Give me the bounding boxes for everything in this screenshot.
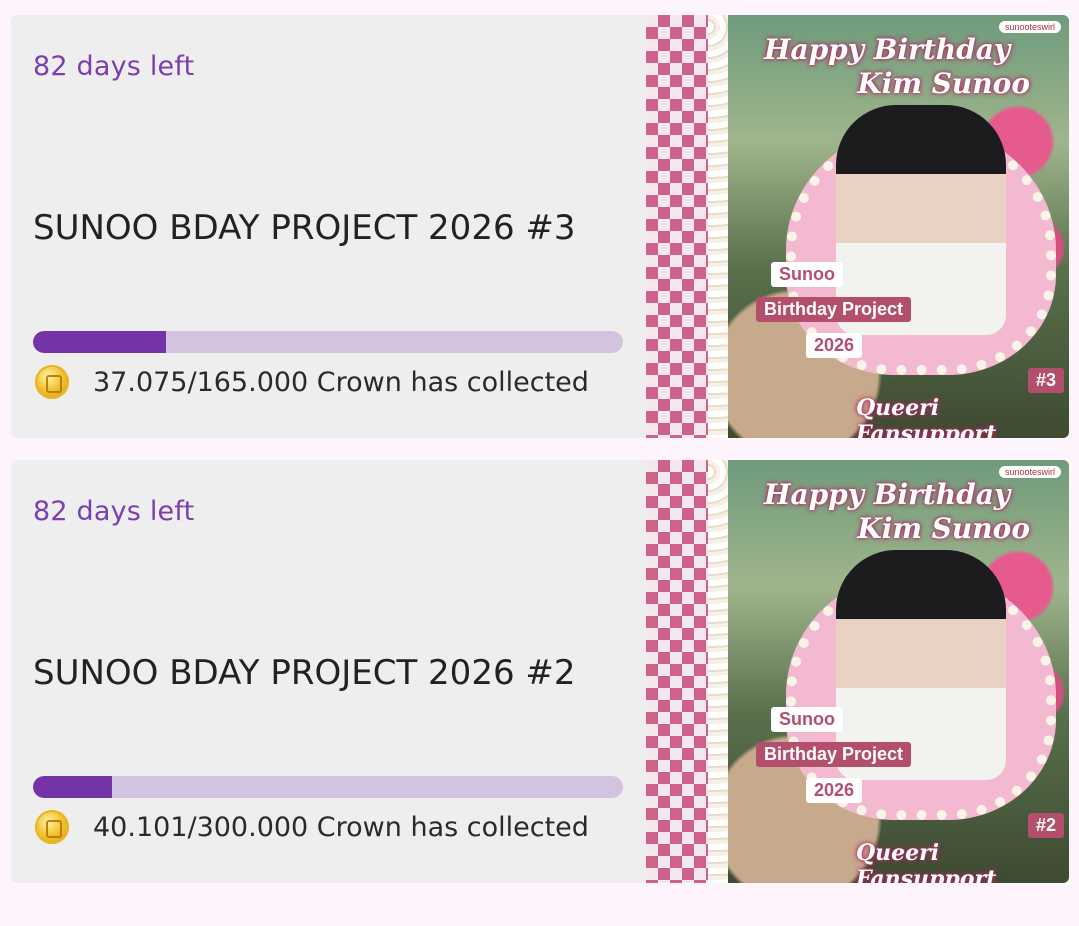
progress-bar <box>33 331 623 353</box>
crown-coin-icon <box>35 365 69 399</box>
progress-bar <box>33 776 623 798</box>
banner-handle: sunooteswirl <box>998 21 1061 33</box>
project-card[interactable]: 82 days left SUNOO BDAY PROJECT 2026 #2 … <box>11 460 1069 883</box>
gingham-pattern <box>646 15 712 438</box>
gingham-pattern <box>646 460 712 883</box>
days-left-label: 82 days left <box>33 496 195 527</box>
banner-tag-year: 2026 <box>806 778 863 803</box>
project-title: SUNOO BDAY PROJECT 2026 #2 <box>33 653 576 693</box>
days-left-label: 82 days left <box>33 51 195 82</box>
project-banner-image: sunooteswirl Happy Birthday Kim Sunoo Su… <box>646 15 1069 438</box>
collected-amount: 37.075/165.000 Crown has collected <box>93 367 589 398</box>
banner-handle: sunooteswirl <box>998 466 1061 478</box>
project-title: SUNOO BDAY PROJECT 2026 #3 <box>33 208 576 248</box>
lace-border <box>708 460 730 883</box>
banner-tag-project: Birthday Project <box>756 297 912 322</box>
banner-fansupport: Queeri Fansupport <box>856 840 997 883</box>
banner-tag-name: Sunoo <box>771 707 843 732</box>
project-info: 82 days left SUNOO BDAY PROJECT 2026 #3 … <box>11 15 646 438</box>
banner-tag-name: Sunoo <box>771 262 843 287</box>
progress-fill <box>33 776 112 798</box>
project-banner-image: sunooteswirl Happy Birthday Kim Sunoo Su… <box>646 460 1069 883</box>
banner-greeting: Happy Birthday Kim Sunoo <box>764 33 1054 101</box>
greeting-line1: Happy Birthday <box>764 33 1011 66</box>
banner-greeting: Happy Birthday Kim Sunoo <box>764 478 1054 546</box>
greeting-line2: Kim Sunoo <box>857 67 1030 100</box>
progress-fill <box>33 331 166 353</box>
banner-fansupport: Queeri Fansupport <box>856 395 997 438</box>
project-card[interactable]: 82 days left SUNOO BDAY PROJECT 2026 #3 … <box>11 15 1069 438</box>
crown-coin-icon <box>35 810 69 844</box>
project-info: 82 days left SUNOO BDAY PROJECT 2026 #2 … <box>11 460 646 883</box>
greeting-line1: Happy Birthday <box>764 478 1011 511</box>
lace-border <box>708 15 730 438</box>
banner-tag-number: #3 <box>1028 368 1065 393</box>
banner-tag-project: Birthday Project <box>756 742 912 767</box>
banner-tag-number: #2 <box>1028 813 1065 838</box>
banner-tag-year: 2026 <box>806 333 863 358</box>
collected-amount: 40.101/300.000 Crown has collected <box>93 812 589 843</box>
greeting-line2: Kim Sunoo <box>857 512 1030 545</box>
